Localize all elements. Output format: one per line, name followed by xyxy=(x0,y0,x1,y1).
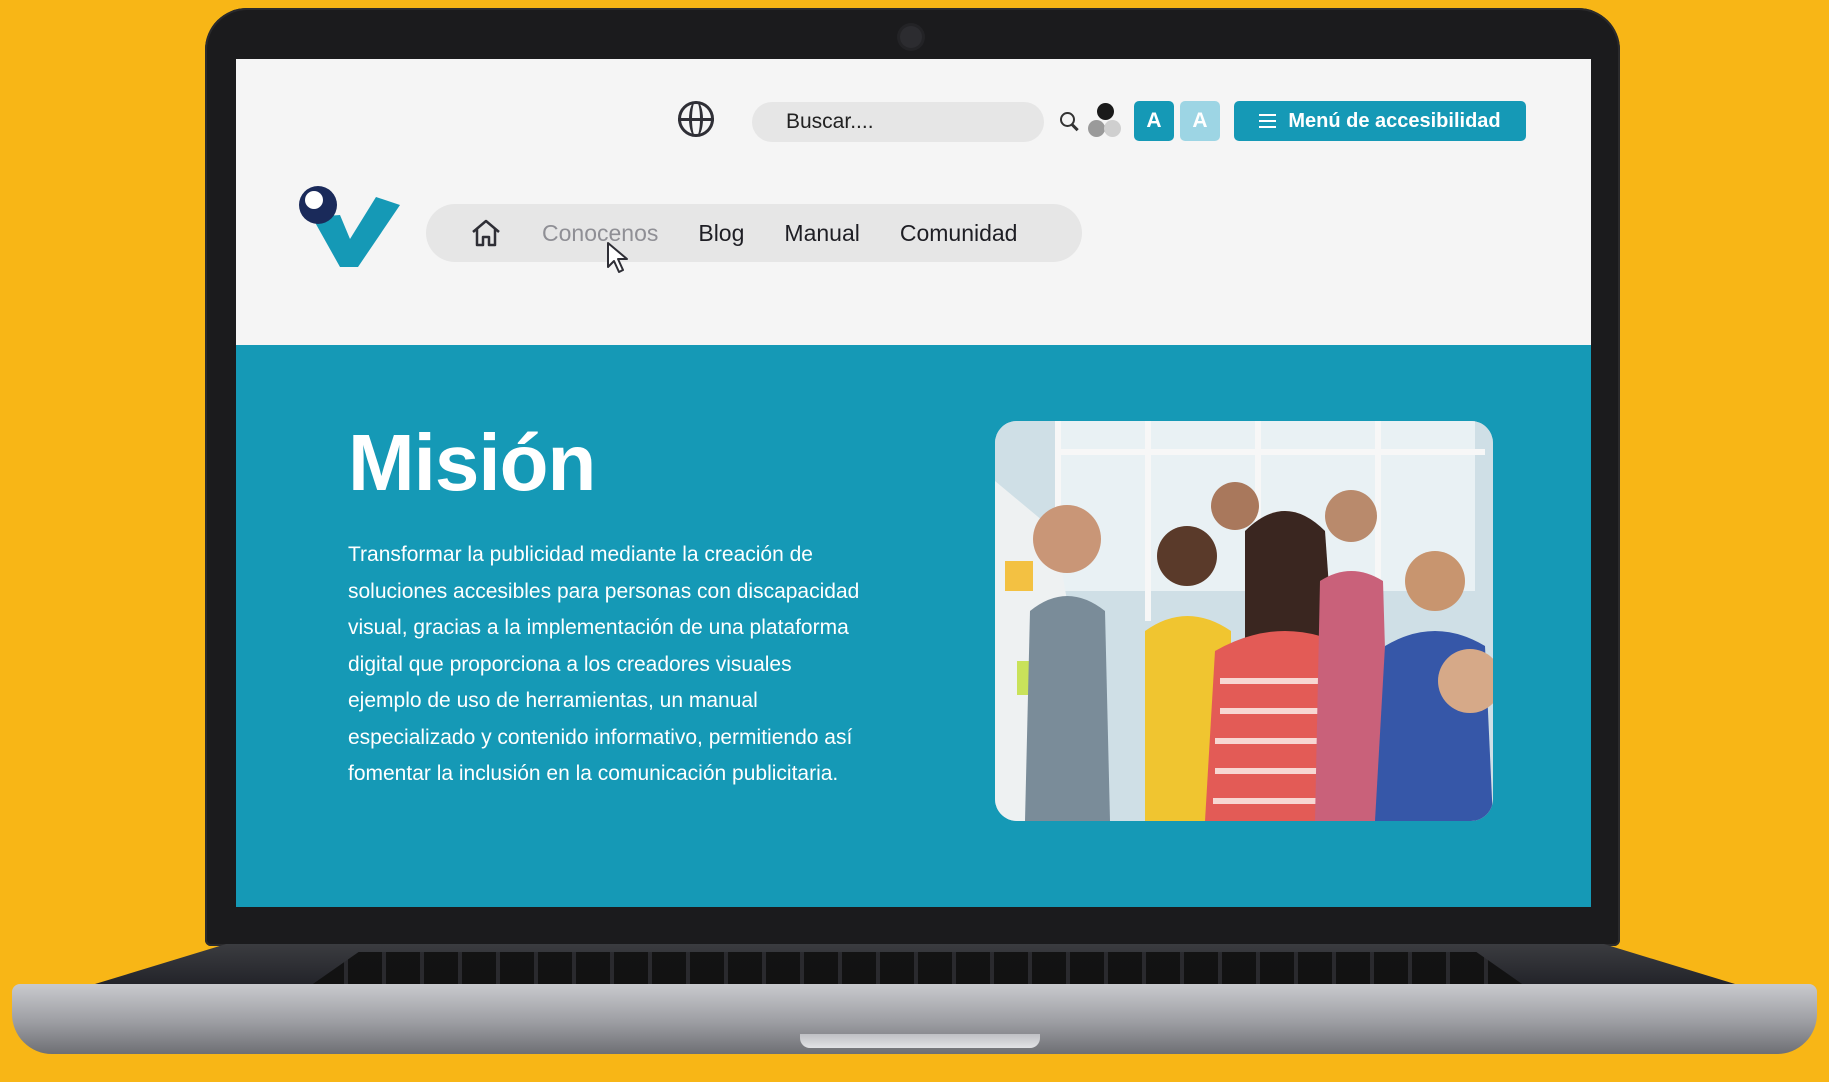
laptop-notch xyxy=(800,1034,1040,1048)
team-photo xyxy=(995,421,1493,821)
nav-item-blog[interactable]: Blog xyxy=(698,220,744,247)
nav-item-manual[interactable]: Manual xyxy=(784,220,859,247)
laptop-keyboard xyxy=(310,952,1525,986)
nav-item-conocenos[interactable]: Conocenos xyxy=(542,220,658,247)
accessibility-menu-button[interactable]: Menú de accesibilidad xyxy=(1234,101,1526,141)
home-icon[interactable] xyxy=(470,218,502,248)
page-title: Misión xyxy=(348,418,596,507)
nav-item-comunidad[interactable]: Comunidad xyxy=(900,220,1018,247)
font-decrease-button[interactable]: A xyxy=(1180,101,1220,141)
main-nav: Conocenos Blog Manual Comunidad xyxy=(426,204,1082,262)
search-input[interactable] xyxy=(784,109,1059,135)
font-increase-button[interactable]: A xyxy=(1134,101,1174,141)
logo-icon[interactable] xyxy=(298,185,402,267)
cursor-icon xyxy=(607,242,628,273)
mission-section: Misión Transformar la publicidad mediant… xyxy=(236,345,1591,907)
search-bar[interactable] xyxy=(752,102,1075,142)
webcam xyxy=(900,26,922,48)
site-header: A A Menú de accesibilidad Conocenos Blog… xyxy=(236,59,1591,345)
laptop-screen: A A Menú de accesibilidad Conocenos Blog… xyxy=(236,59,1591,907)
mission-text: Transformar la publicidad mediante la cr… xyxy=(348,543,860,785)
accessibility-menu-label: Menú de accesibilidad xyxy=(1288,109,1501,132)
contrast-icon[interactable] xyxy=(1086,103,1126,141)
globe-icon[interactable] xyxy=(678,101,714,137)
hamburger-icon xyxy=(1259,114,1277,128)
